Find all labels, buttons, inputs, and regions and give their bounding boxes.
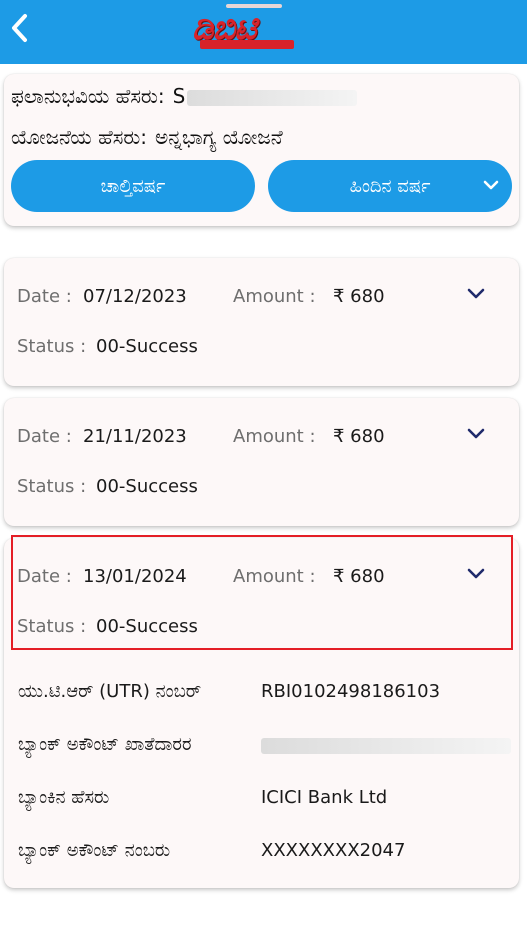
date-value: 07/12/2023 — [83, 286, 187, 307]
beneficiary-name-label: ಫಲಾನುಭವಿಯ ಹೆಸರು: — [11, 84, 165, 108]
status-label: Status : — [17, 476, 87, 497]
account-number-value: XXXXXXXX2047 — [261, 840, 406, 861]
scheme-name-label: ಯೋಜನೆಯ ಹೆಸರು: — [11, 125, 148, 149]
status-value: 00-Success — [96, 476, 198, 497]
beneficiary-name-row: ಫಲಾನುಭವಿಯ ಹೆಸರು: S — [11, 84, 358, 108]
date-label: Date : — [17, 286, 72, 307]
utr-label: ಯು.ಟಿ.ಆರ್ (UTR) ನಂಬರ್ — [18, 681, 202, 702]
scheme-name-row: ಯೋಜನೆಯ ಹೆಸರು: ಅನ್ನಭಾಗ್ಯ ಯೋಜನೆ — [11, 125, 283, 149]
transaction-card[interactable]: Date : 21/11/2023 Amount : ₹ 680 Status … — [4, 398, 519, 526]
amount-label: Amount : — [233, 286, 316, 307]
account-number-label: ಬ್ಯಾಂಕ್ ಅಕೌಂಟ್ ನಂಬರು — [18, 840, 171, 861]
chevron-left-icon — [12, 14, 27, 42]
app-bar: ಡಿಬಿಟಿ — [0, 0, 527, 64]
previous-year-dropdown[interactable]: ಹಿಂದಿನ ವರ್ಷ — [268, 160, 512, 212]
status-value: 00-Success — [96, 336, 198, 357]
highlight-box — [11, 535, 513, 650]
amount-label: Amount : — [233, 426, 316, 447]
bank-name-value: ICICI Bank Ltd — [261, 787, 388, 808]
current-year-button[interactable]: ಚಾಲ್ತಿವರ್ಷ — [11, 160, 255, 212]
masked-name — [187, 89, 358, 106]
dbt-logo: ಡಿಬಿಟಿ — [192, 4, 296, 52]
bank-name-label: ಬ್ಯಾಂಕಿನ ಹೆಸರು — [18, 787, 110, 808]
back-button[interactable] — [6, 10, 34, 46]
chevron-down-icon[interactable] — [464, 284, 488, 304]
chevron-down-icon[interactable] — [464, 424, 488, 444]
date-value: 21/11/2023 — [83, 426, 187, 447]
masked-account-holder — [261, 738, 511, 754]
date-label: Date : — [17, 426, 72, 447]
chevron-down-icon — [483, 180, 499, 190]
utr-value: RBI0102498186103 — [261, 681, 441, 702]
transaction-card[interactable]: Date : 07/12/2023 Amount : ₹ 680 Status … — [4, 258, 519, 386]
beneficiary-name-value: S — [172, 84, 186, 108]
amount-value: ₹ 680 — [333, 286, 385, 307]
scheme-name-value: ಅನ್ನಭಾಗ್ಯ ಯೋಜನೆ — [155, 125, 283, 149]
account-holder-label: ಬ್ಯಾಂಕ್ ಅಕೌಂಟ್ ಖಾತೆದಾರರ — [18, 734, 192, 755]
amount-value: ₹ 680 — [333, 426, 385, 447]
status-label: Status : — [17, 336, 87, 357]
beneficiary-card: ಫಲಾನುಭವಿಯ ಹೆಸರು: S ಯೋಜನೆಯ ಹೆಸರು: ಅನ್ನಭಾಗ್ಯ… — [4, 74, 519, 226]
